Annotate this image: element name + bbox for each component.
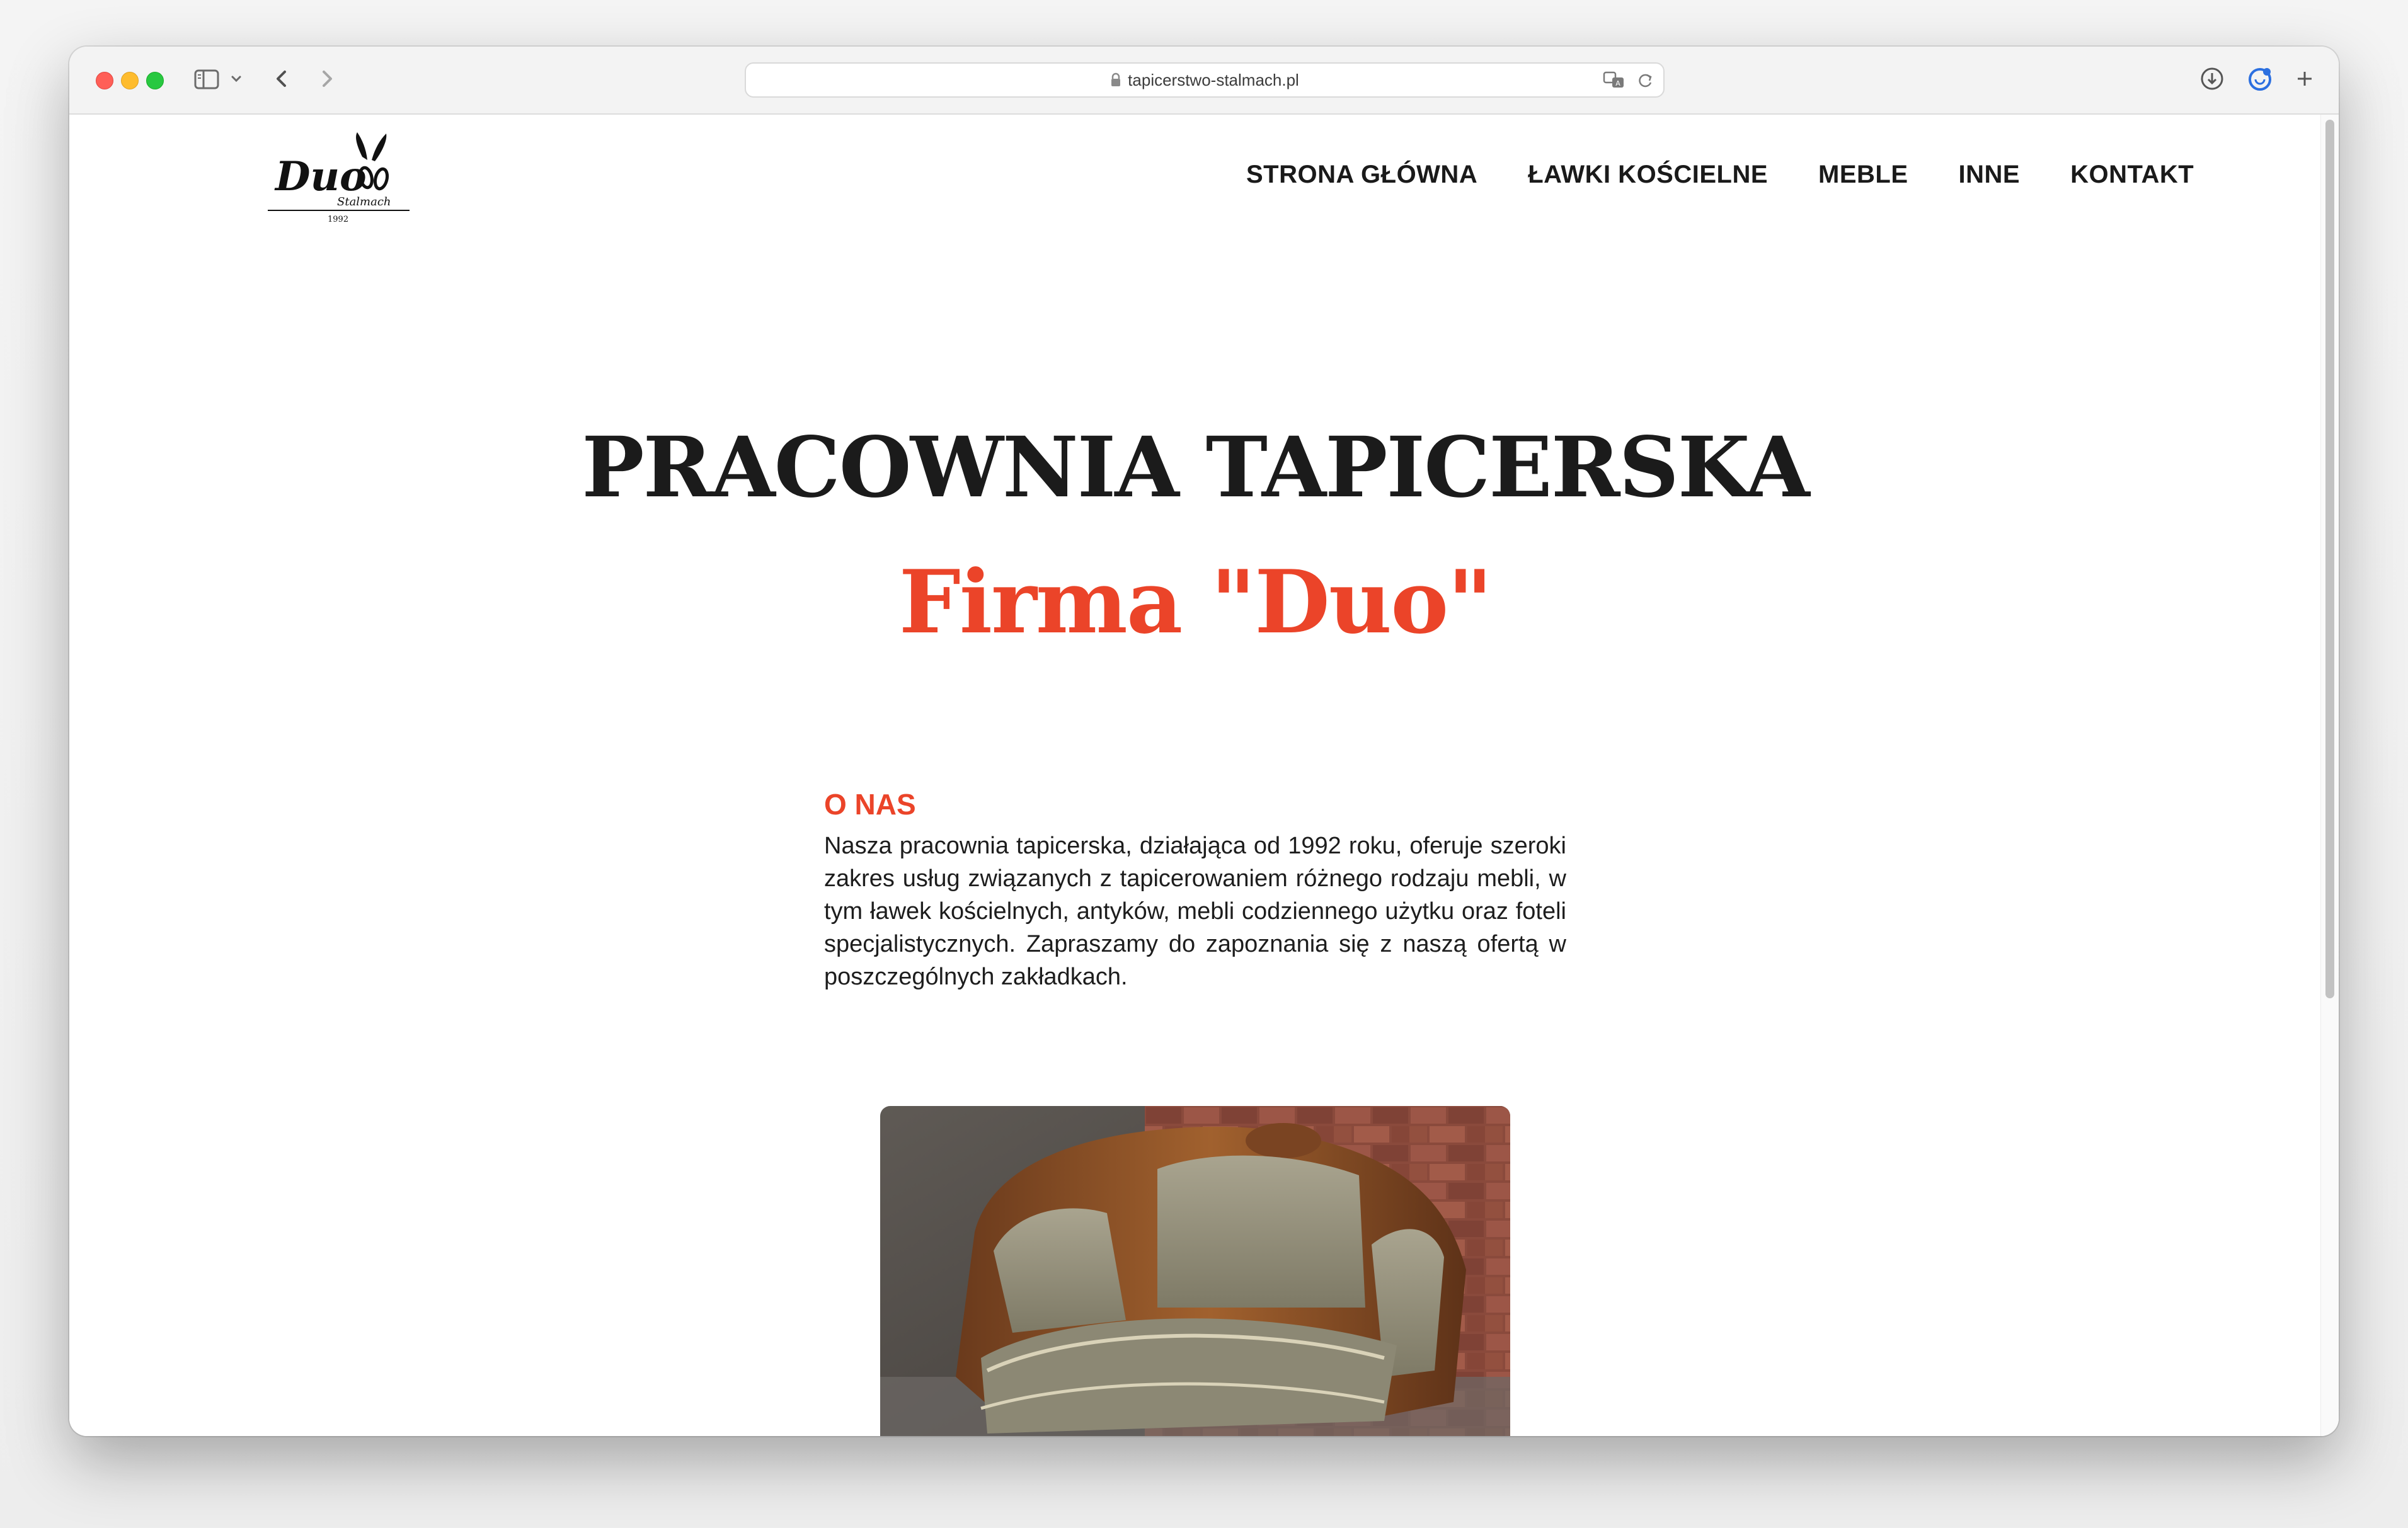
new-tab-plus-icon[interactable]	[2292, 64, 2317, 93]
page-scrollbar[interactable]	[2320, 115, 2339, 1436]
svg-text:Stalmach: Stalmach	[337, 195, 391, 208]
back-arrow-icon[interactable]	[270, 64, 295, 93]
nav-item-meble[interactable]: MEBLE	[1818, 161, 1908, 189]
scrollbar-thumb[interactable]	[2325, 120, 2334, 998]
svg-text:A: A	[1615, 79, 1620, 88]
site-logo[interactable]: Duo Stalmach 1992	[268, 128, 419, 229]
nav-item-lawki-koscielne[interactable]: ŁAWKI KOŚCIELNE	[1528, 161, 1768, 189]
nav-item-inne[interactable]: INNE	[1959, 161, 2021, 189]
svg-text:1992: 1992	[328, 215, 348, 224]
forward-arrow-icon[interactable]	[314, 64, 339, 93]
svg-text:Duo: Duo	[274, 153, 367, 200]
hero-subtitle: Firma "Duo"	[898, 550, 1493, 653]
reload-icon[interactable]	[1636, 70, 1654, 93]
close-window-button[interactable]	[96, 72, 113, 89]
address-bar[interactable]: tapicerstwo-stalmach.pl A	[745, 62, 1665, 98]
page-viewport: Duo Stalmach 1992 STRONA GŁÓWNA ŁAWKI KO…	[69, 115, 2339, 1436]
extension-icon[interactable]	[2245, 64, 2274, 93]
translate-icon[interactable]: A	[1603, 70, 1625, 93]
minimize-window-button[interactable]	[121, 72, 139, 89]
about-heading: O NAS	[824, 788, 916, 821]
nav-item-kontakt[interactable]: KONTAKT	[2070, 161, 2194, 189]
sidebar-toggle-icon[interactable]	[193, 64, 221, 93]
armchair-photo	[880, 1106, 1510, 1436]
main-navigation: STRONA GŁÓWNA ŁAWKI KOŚCIELNE MEBLE INNE…	[1246, 161, 2194, 189]
lock-icon	[1110, 72, 1121, 88]
nav-item-strona-glowna[interactable]: STRONA GŁÓWNA	[1246, 161, 1477, 189]
maximize-window-button[interactable]	[146, 72, 164, 89]
about-paragraph: Nasza pracownia tapicerska, działająca o…	[824, 833, 1566, 990]
downloads-icon[interactable]	[2198, 64, 2227, 93]
chevron-down-icon[interactable]	[229, 64, 243, 93]
browser-toolbar: tapicerstwo-stalmach.pl A	[69, 47, 2339, 115]
browser-window: tapicerstwo-stalmach.pl A Duo Stalmach 1…	[69, 47, 2339, 1436]
hero-title: PRACOWNIA TAPICERSKA	[582, 419, 1809, 516]
url-text: tapicerstwo-stalmach.pl	[1128, 70, 1299, 89]
